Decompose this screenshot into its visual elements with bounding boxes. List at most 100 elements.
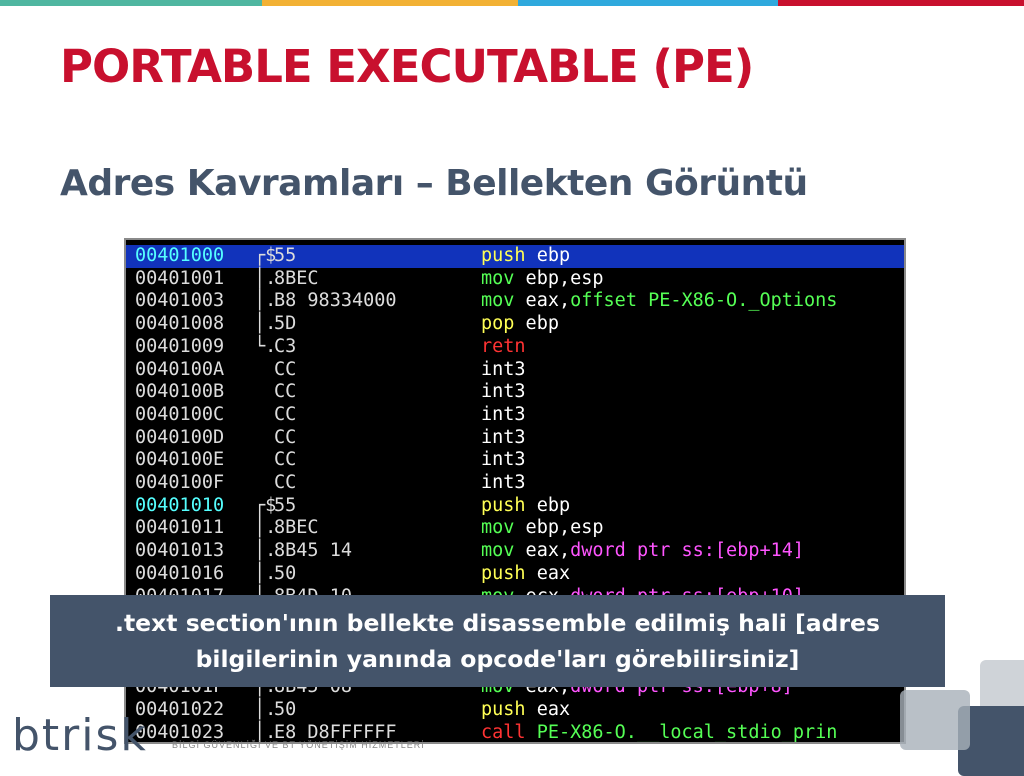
disasm-marker: │. [254,290,277,312]
top-bar-red [778,0,1024,6]
disasm-row: 00401022 │. 50 push eax [126,699,904,722]
disasm-row: 00401009 └. C3 retn [126,335,904,359]
top-bar-teal [0,0,262,6]
disasm-address: 0040100F [135,472,225,493]
disasm-row: 0040100D CC int3 [126,426,904,450]
disasm-instruction: retn [481,336,526,359]
disasm-mnemonic: mov [481,267,515,289]
disasm-opcode: 8B45 14 [274,540,352,562]
disasm-opcode: 50 [274,699,297,720]
disasm-instruction: mov ebp,esp [481,268,604,291]
disasm-row: 00401003 │. B8 98334000 mov eax,offset PE-X… [126,290,904,313]
disasm-address: 00401022 [135,699,225,720]
disasm-marker: │. [254,267,277,289]
disasm-address: 00401011 [135,517,225,539]
disasm-mnemonic: int3 [481,426,526,448]
disasm-address: 0040100B [135,381,225,403]
logo-tagline: BİLGİ GÜVENLİĞİ VE BT YÖNETİŞİM HİZMETLE… [172,740,425,750]
disasm-address: 00401016 [135,562,225,584]
disasm-row: 0040100F CC int3 [126,472,904,495]
disasm-mnemonic: push [481,562,526,584]
disasm-instruction: int3 [481,427,526,450]
disasm-address: 00401013 [135,540,225,562]
disasm-address: 0040100D [135,426,225,448]
disasm-row: 00401013 │. 8B45 14 mov eax,dword ptr ss:[e… [126,540,904,563]
disasm-address: 0040100A [135,358,225,380]
caption-box: .text section'ının bellekte disassemble … [50,595,945,687]
disasm-mnemonic: pop [481,313,515,335]
disasm-row: 0040100C CC int3 [126,403,904,427]
caption-text: .text section'ının bellekte disassemble … [115,605,880,677]
disasm-address: 00401001 [135,267,225,289]
top-bar-blue [518,0,778,6]
disasm-instruction: mov ebp,esp [481,517,604,540]
disasm-instruction: int3 [481,404,526,427]
disasm-marker: │. [254,517,277,539]
slide-title: PORTABLE EXECUTABLE (PE) [60,40,754,93]
disasm-opcode: CC [274,472,297,493]
disasm-address: 00401010 [135,494,225,516]
disasm-address: 0040100C [135,403,225,425]
disasm-marker: │. [254,540,277,562]
disasm-marker: │. [254,313,277,335]
disasm-mnemonic: mov [481,517,515,539]
disasm-instruction: mov eax,offset PE-X86-O._Options [481,290,837,313]
disasm-opcode: 8BEC [274,517,319,539]
disasm-opcode: CC [274,426,297,448]
disasm-mnemonic: push [481,699,526,720]
disasm-instruction: push eax [481,699,570,722]
top-color-bar [0,0,1024,6]
disasm-row: 00401000 ┌$ 55 push ebp [126,245,904,268]
disasm-row: 0040100A CC int3 [126,358,904,382]
disasm-operand: ebp [514,313,559,335]
disasm-row: 00401016 │. 50 push eax [126,562,904,586]
disasm-row: 00401001 │. 8BEC mov ebp,esp [126,267,904,291]
disasm-marker: ┌$ [254,245,277,266]
disasm-instruction: mov eax,dword ptr ss:[ebp+14] [481,540,804,563]
btrisk-logo: btrisk [12,710,148,761]
disasm-address: 00401009 [135,335,225,357]
disasm-instruction: call PE-X86-O.__local_stdio_prin [481,721,837,743]
disasm-instruction: int3 [481,472,526,495]
disasm-instruction: int3 [481,449,526,472]
disasm-instruction: int3 [481,381,526,404]
disasm-opcode: 55 [274,494,297,516]
disasm-operand: offset PE-X86-O._Options [570,290,838,312]
disasm-mnemonic: retn [481,335,526,357]
disasm-marker: └. [254,335,277,357]
disasm-marker: │. [254,699,277,720]
top-bar-orange [262,0,518,6]
disasm-instruction: push ebp [481,495,570,518]
disasm-operand: eax, [514,540,571,562]
disasm-row: 0040100B CC int3 [126,381,904,404]
disasm-marker: ┌$ [254,494,277,516]
disasm-operand: eax, [514,290,571,312]
disasm-operand: dword ptr ss:[ebp+14] [570,540,805,562]
disasm-row: 00401008 │. 5D pop ebp [126,313,904,336]
disasm-row: 0040100E CC int3 [126,449,904,472]
disasm-opcode: 5D [274,313,297,335]
disasm-instruction: push ebp [481,245,570,268]
disasm-opcode: CC [274,403,297,425]
disasm-mnemonic: push [481,494,526,516]
disasm-instruction: push eax [481,563,570,586]
disasm-mnemonic: mov [481,540,515,562]
disasm-address: 0040100E [135,449,225,471]
disasm-opcode: 55 [274,245,297,266]
disasm-mnemonic: int3 [481,358,526,380]
disasm-instruction: int3 [481,359,526,382]
disasm-instruction: pop ebp [481,313,559,336]
caption-line-2: bilgilerinin yanında opcode'ları görebil… [195,645,800,673]
disasm-mnemonic: mov [481,290,515,312]
disasm-mnemonic: int3 [481,403,526,425]
disasm-mnemonic: int3 [481,472,526,493]
disasm-address: 00401000 [135,245,225,266]
disasm-address: 00401003 [135,290,225,312]
disasm-address: 00401008 [135,313,225,335]
disasm-mnemonic: int3 [481,449,526,471]
disasm-operand: ebp,esp [514,267,604,289]
disasm-opcode: 50 [274,562,297,584]
disasm-opcode: 8BEC [274,267,319,289]
disasm-mnemonic: call [481,721,526,743]
disasm-row: 00401011 │. 8BEC mov ebp,esp [126,517,904,540]
